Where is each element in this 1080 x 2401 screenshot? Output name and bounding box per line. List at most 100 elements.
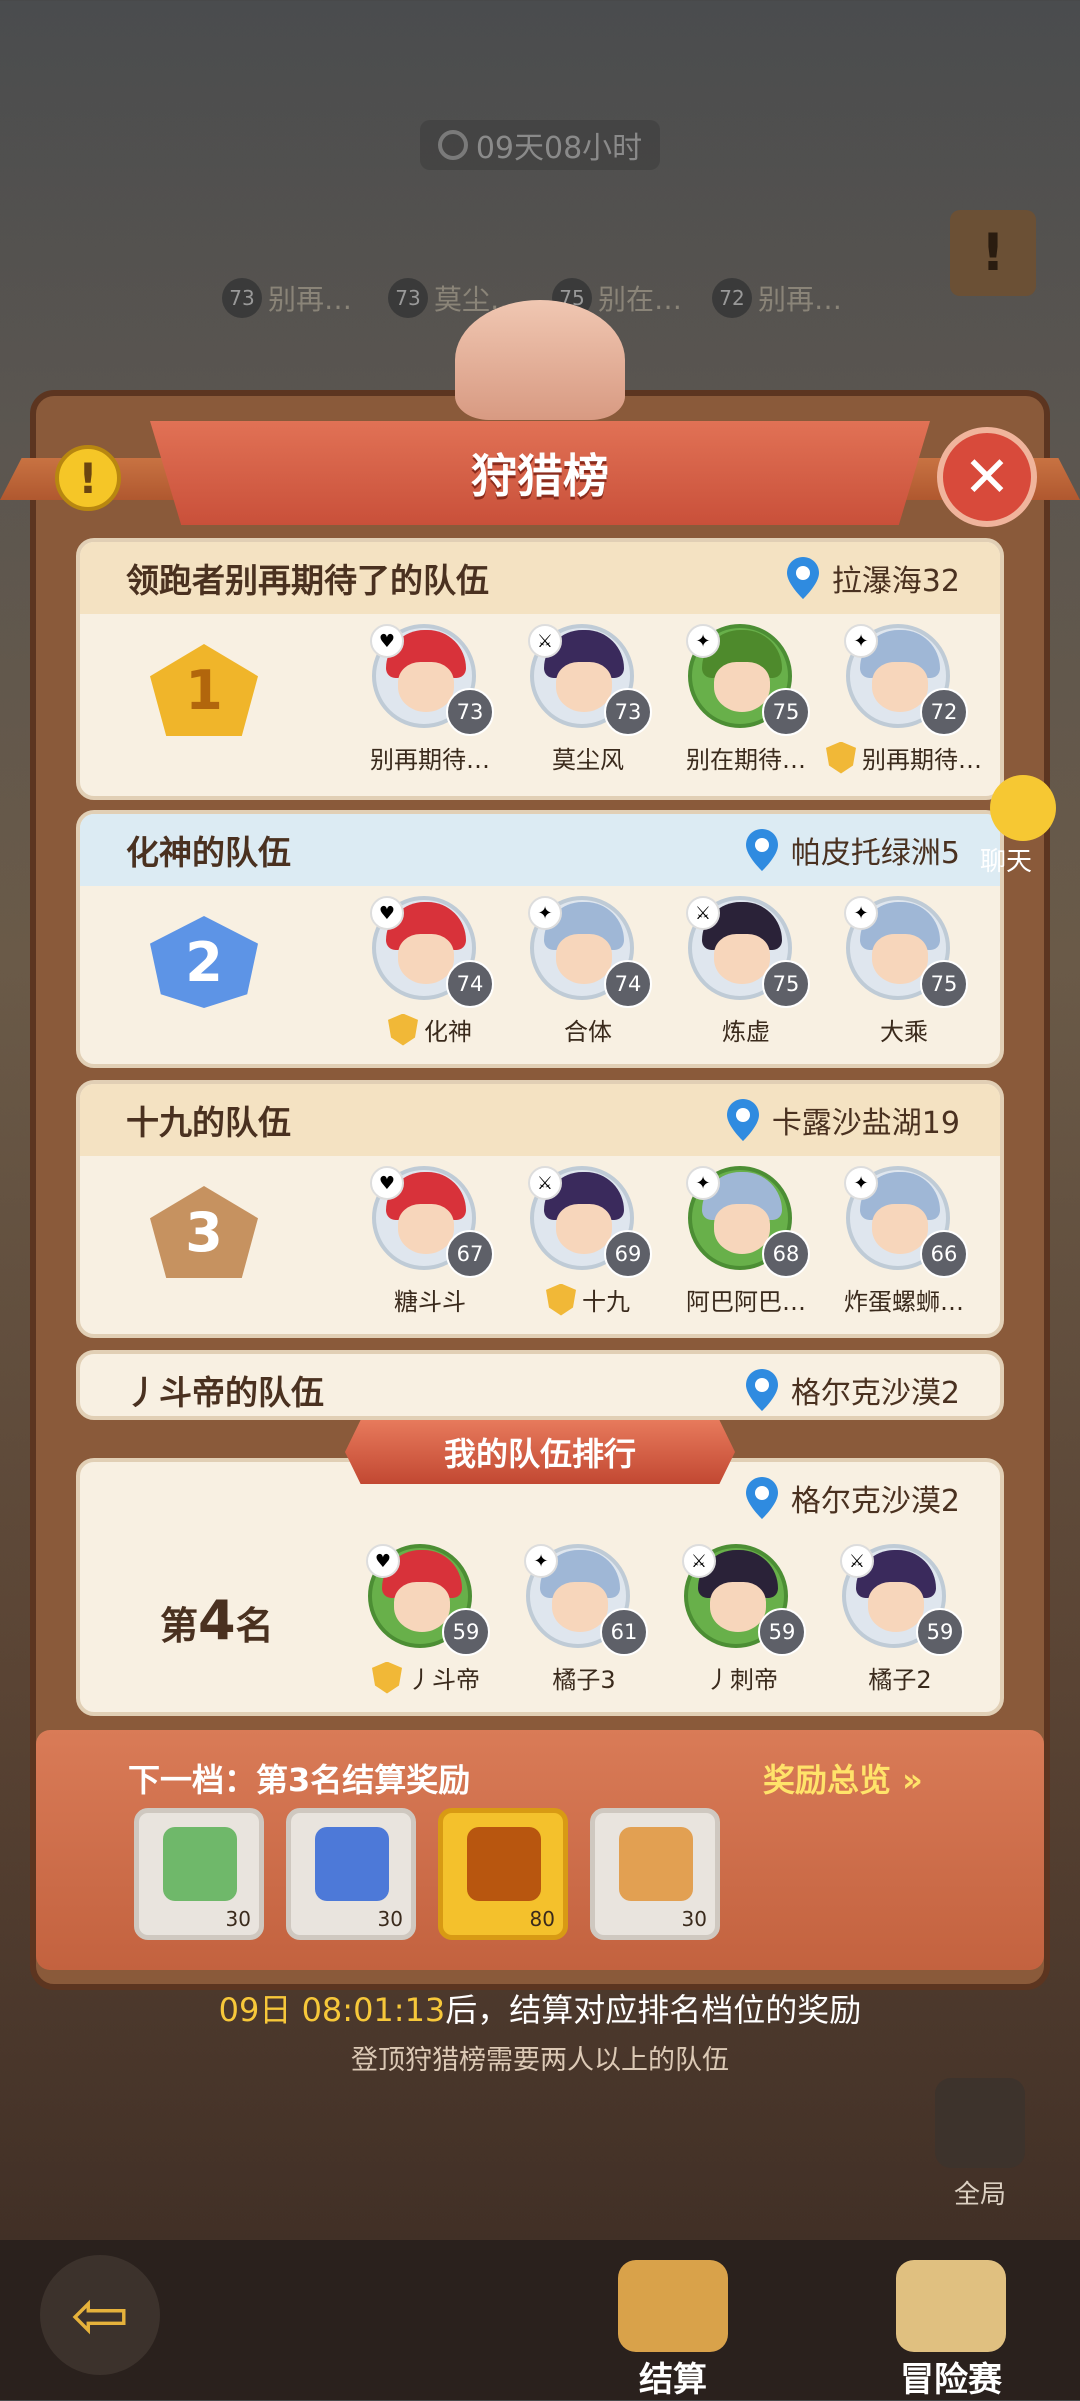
team-name: 化神的队伍 — [126, 833, 291, 872]
class-icon: ✦ — [686, 1166, 720, 1200]
team-member[interactable]: ✦ 75 别在期待… — [666, 622, 826, 774]
class-icon: ♥ — [370, 624, 404, 658]
team-card-3[interactable]: 十九的队伍 卡露沙盐湖19 3 ♥ 67 糖斗斗 ⚔ 69 十九 ✦ 68 阿巴阿巴… ✦ 66 炸蛋螺蛳… — [76, 1080, 1004, 1338]
team-card-1[interactable]: 领跑者别再期待了的队伍 拉瀑海32 1 ♥ 73 别再期待… ⚔ 73 莫尘风 ✦ 75 别在期待… ✦… — [76, 538, 1004, 800]
team-member[interactable]: ✦ 75 大乘 — [824, 894, 984, 1046]
member-name: 别在期待… — [686, 746, 806, 774]
class-icon: ♥ — [370, 1166, 404, 1200]
back-button[interactable]: ⇦ — [40, 2255, 160, 2375]
adventure-tab[interactable]: 冒险赛 — [866, 2260, 1036, 2400]
team-member[interactable]: ♥ 74 化神 — [350, 894, 510, 1046]
reward-title: 下一档：第3名结算奖励 — [128, 1761, 471, 1799]
member-name: 化神 — [424, 1018, 472, 1046]
level-badge: 74 — [604, 960, 652, 1008]
my-team-rank-banner: 我的队伍排行 — [345, 1420, 735, 1484]
captain-shield-icon — [388, 1013, 418, 1046]
reward-item[interactable]: 30 — [286, 1808, 416, 1940]
member-name: 炼虚 — [722, 1018, 770, 1046]
team-card-2[interactable]: 化神的队伍 帕皮托绿洲5 2 ♥ 74 化神 ✦ 74 合体 ⚔ 75 炼虚 ✦ 75 大乘 — [76, 810, 1004, 1068]
team-member[interactable]: ✦ 74 合体 — [508, 894, 668, 1046]
team-member[interactable]: ⚔ 59 橘子2 — [820, 1542, 980, 1694]
member-name: 别再期待… — [862, 746, 982, 774]
member-name: 莫尘风 — [552, 746, 624, 774]
reward-count: 30 — [681, 1907, 707, 1931]
team-name: 十九的队伍 — [126, 1103, 291, 1142]
class-icon: ✦ — [524, 1544, 558, 1578]
member-name: 阿巴阿巴… — [686, 1288, 806, 1316]
team-card-4[interactable]: 丿斗帝的队伍 格尔克沙漠2 — [76, 1350, 1004, 1420]
event-timer: 09天08小时 — [420, 120, 660, 170]
member-name: 丿刺帝 — [706, 1666, 778, 1694]
location-pin-icon — [745, 1369, 778, 1411]
location-pin-icon — [745, 1477, 778, 1519]
class-icon: ✦ — [844, 624, 878, 658]
panel-title: 狩猎榜 — [471, 449, 609, 503]
chat-button[interactable]: 聊天 — [970, 775, 1070, 877]
golden-orb-icon — [467, 1827, 541, 1901]
reward-count: 30 — [225, 1907, 251, 1931]
captain-shield-icon — [546, 1283, 576, 1316]
green-ticket-icon — [163, 1827, 237, 1901]
level-badge: 59 — [758, 1608, 806, 1656]
rank-3-medal-icon: 3 — [150, 1186, 258, 1278]
team-member[interactable]: ✦ 68 阿巴阿巴… — [666, 1164, 826, 1316]
class-icon: ⚔ — [528, 624, 562, 658]
level-badge: 69 — [604, 1230, 652, 1278]
team-member[interactable]: ✦ 66 炸蛋螺蛳… — [824, 1164, 984, 1316]
team-name: 领跑者别再期待了的队伍 — [126, 561, 489, 600]
team-member[interactable]: ✦ 72 别再期待… — [824, 622, 984, 774]
close-button[interactable]: ✕ — [937, 427, 1037, 527]
member-name: 合体 — [564, 1018, 612, 1046]
class-icon: ⚔ — [840, 1544, 874, 1578]
location-pin-icon — [726, 1099, 759, 1141]
team-name: 丿斗帝的队伍 — [126, 1373, 324, 1412]
notice-scroll-icon[interactable]: ! — [950, 210, 1036, 296]
world-player-tag: 73 别再… — [222, 275, 352, 321]
location-pin-icon — [786, 557, 819, 599]
reward-item[interactable]: 30 — [590, 1808, 720, 1940]
level-badge: 73 — [446, 688, 494, 736]
team-member[interactable]: ⚔ 73 莫尘风 — [508, 622, 668, 774]
captain-shield-icon — [372, 1661, 402, 1694]
team-member[interactable]: ⚔ 59 丿刺帝 — [662, 1542, 822, 1694]
class-icon: ✦ — [844, 1166, 878, 1200]
class-icon: ✦ — [844, 896, 878, 930]
member-name: 炸蛋螺蛳… — [844, 1288, 964, 1316]
global-view-button[interactable]: 全局 — [930, 2078, 1030, 2210]
team-member[interactable]: ✦ 61 橘子3 — [504, 1542, 664, 1694]
level-badge: 61 — [600, 1608, 648, 1656]
chat-bubble-icon — [990, 775, 1056, 841]
team-member[interactable]: ♥ 73 别再期待… — [350, 622, 510, 774]
team-member[interactable]: ♥ 67 糖斗斗 — [350, 1164, 510, 1316]
class-icon: ♥ — [366, 1544, 400, 1578]
class-icon: ⚔ — [682, 1544, 716, 1578]
level-badge: 75 — [920, 960, 968, 1008]
reward-item[interactable]: 30 — [134, 1808, 264, 1940]
level-badge: 67 — [446, 1230, 494, 1278]
team-location: 卡露沙盐湖19 — [726, 1098, 960, 1142]
reward-overview-link[interactable]: 奖励总览 » — [763, 1755, 923, 1801]
blue-crystal-icon — [315, 1827, 389, 1901]
rank-2-medal-icon: 2 — [150, 916, 258, 1008]
clock-icon — [437, 130, 468, 160]
level-badge: 75 — [762, 960, 810, 1008]
level-badge: 72 — [920, 688, 968, 736]
level-badge: 59 — [442, 1608, 490, 1656]
hint-text: 登顶狩猎榜需要两人以上的队伍 — [351, 2045, 729, 2076]
reward-item[interactable]: 80 — [438, 1808, 568, 1940]
world-player-tag: 72 别再… — [712, 275, 842, 321]
team-location: 拉瀑海32 — [786, 556, 960, 600]
level-badge: 68 — [762, 1230, 810, 1278]
team-member[interactable]: ⚔ 69 十九 — [508, 1164, 668, 1316]
class-icon: ♥ — [370, 896, 404, 930]
settle-tab[interactable]: 结算 — [588, 2260, 758, 2400]
team-member[interactable]: ♥ 59 丿斗帝 — [346, 1542, 506, 1694]
my-team-card[interactable]: 格尔克沙漠2 第4名 ♥ 59 丿斗帝 ✦ 61 橘子3 ⚔ 59 丿刺帝 ⚔ 59 橘子2 — [76, 1458, 1004, 1716]
info-button[interactable]: ! — [55, 445, 121, 511]
team-member[interactable]: ⚔ 75 炼虚 — [666, 894, 826, 1046]
my-rank-label: 第4名 — [160, 1589, 274, 1652]
captain-shield-icon — [826, 741, 856, 774]
food-plate-icon — [619, 1827, 693, 1901]
level-badge: 73 — [604, 688, 652, 736]
team-location: 格尔克沙漠2 — [745, 1368, 960, 1412]
